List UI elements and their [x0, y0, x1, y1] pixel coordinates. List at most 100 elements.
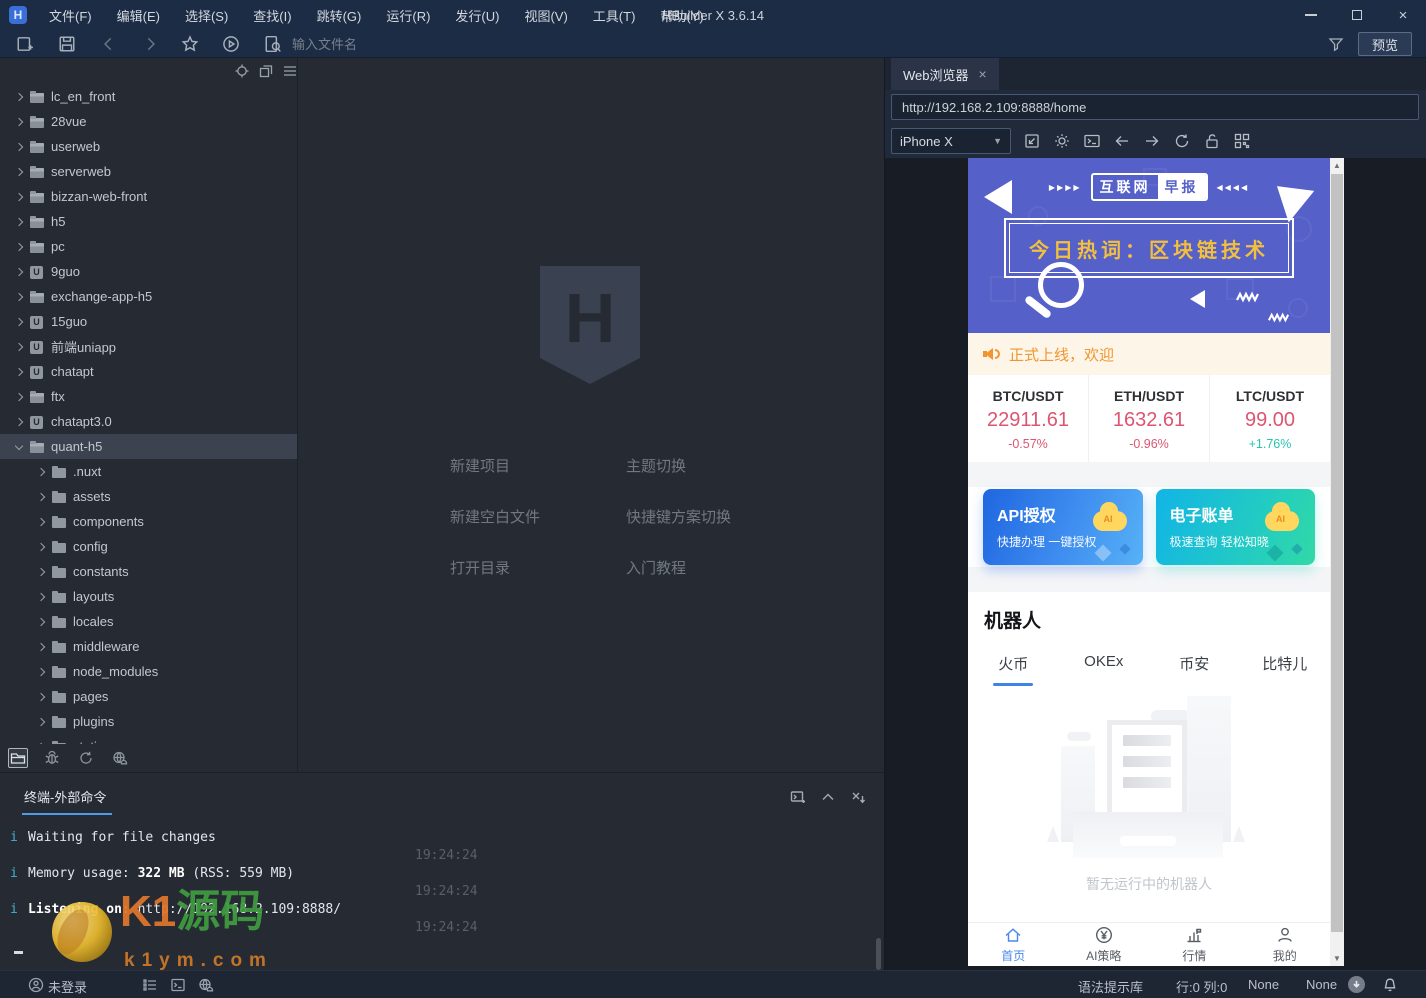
tree-item[interactable]: ftx: [0, 384, 297, 409]
chevron-icon[interactable]: [33, 539, 49, 555]
maximize-button[interactable]: [1334, 0, 1380, 30]
tree-item[interactable]: exchange-app-h5: [0, 284, 297, 309]
encoding-status[interactable]: None: [1248, 977, 1279, 992]
tree-item[interactable]: bizzan-web-front: [0, 184, 297, 209]
ticker-cell[interactable]: ETH/USDT 1632.61 -0.96%: [1088, 375, 1209, 462]
terminal-tab[interactable]: 终端-外部命令: [22, 787, 112, 815]
syntax-lib-status[interactable]: 语法提示库: [1078, 977, 1143, 996]
preview-button[interactable]: 预览: [1358, 32, 1412, 56]
run-icon[interactable]: [222, 35, 240, 53]
tree-item[interactable]: config: [0, 534, 297, 559]
chevron-icon[interactable]: [11, 289, 27, 305]
chevron-icon[interactable]: [11, 364, 27, 380]
user-account-icon[interactable]: [28, 977, 44, 993]
ticker-cell[interactable]: LTC/USDT 99.00 +1.76%: [1209, 375, 1330, 462]
tree-item[interactable]: middleware: [0, 634, 297, 659]
tree-item[interactable]: userweb: [0, 134, 297, 159]
chevron-icon[interactable]: [11, 189, 27, 205]
tree-item[interactable]: serverweb: [0, 159, 297, 184]
menu-item[interactable]: 运行(R): [386, 6, 430, 25]
tree-item[interactable]: layouts: [0, 584, 297, 609]
locate-file-icon[interactable]: [234, 63, 250, 79]
tree-item[interactable]: chatapt: [0, 359, 297, 384]
chevron-icon[interactable]: [11, 164, 27, 180]
refresh-icon[interactable]: [1173, 132, 1191, 150]
line-col-status[interactable]: 行:0 列:0: [1176, 977, 1227, 996]
chevron-icon[interactable]: [11, 264, 27, 280]
hero-banner[interactable]: ▶▶▶▶ 互联网 早报 ◀◀◀◀ 今日热词：区块链技术: [968, 158, 1330, 333]
tree-item[interactable]: 15guo: [0, 309, 297, 334]
tree-item[interactable]: 9guo: [0, 259, 297, 284]
chevron-icon[interactable]: [33, 464, 49, 480]
exchange-tab[interactable]: 火币: [968, 645, 1059, 686]
back-icon[interactable]: [100, 35, 118, 53]
welcome-link[interactable]: 新建空白文件: [450, 506, 626, 527]
welcome-link[interactable]: 主题切换: [626, 455, 731, 476]
chevron-icon[interactable]: [33, 589, 49, 605]
url-input[interactable]: [891, 94, 1419, 120]
announcement-bar[interactable]: 正式上线，欢迎: [968, 333, 1330, 375]
chevron-icon[interactable]: [11, 389, 27, 405]
tree-item[interactable]: quant-h5: [0, 434, 297, 459]
login-status[interactable]: 未登录: [48, 977, 87, 996]
qr-code-icon[interactable]: [1233, 132, 1251, 150]
menu-item[interactable]: 工具(T): [593, 6, 636, 25]
tree-item[interactable]: pc: [0, 234, 297, 259]
tree-item[interactable]: chatapt3.0: [0, 409, 297, 434]
welcome-link[interactable]: 新建项目: [450, 455, 626, 476]
outline-list-icon[interactable]: [142, 977, 158, 993]
terminal-statusbar-icon[interactable]: [170, 977, 186, 993]
plugin-cloud-icon[interactable]: [198, 977, 214, 993]
maximize-panel-icon[interactable]: [820, 789, 836, 810]
chevron-icon[interactable]: [11, 239, 27, 255]
scroll-down-icon[interactable]: ▼: [1330, 954, 1344, 963]
device-select[interactable]: iPhone X ▼: [891, 128, 1011, 154]
tree-item[interactable]: locales: [0, 609, 297, 634]
preview-scrollbar[interactable]: ▲ ▼: [1330, 158, 1344, 966]
tree-item[interactable]: .nuxt: [0, 459, 297, 484]
new-terminal-icon[interactable]: [790, 789, 806, 810]
filetype-status[interactable]: None: [1306, 977, 1337, 992]
new-file-icon[interactable]: [16, 35, 34, 53]
nav-item[interactable]: 首页: [968, 923, 1059, 966]
welcome-link[interactable]: 快捷键方案切换: [626, 506, 731, 527]
menu-item[interactable]: 查找(I): [253, 6, 291, 25]
explorer-menu-icon[interactable]: [282, 63, 298, 79]
tree-item[interactable]: static: [0, 734, 297, 744]
chevron-icon[interactable]: [11, 139, 27, 155]
menu-item[interactable]: 选择(S): [185, 6, 228, 25]
menu-item[interactable]: 发行(U): [455, 6, 499, 25]
chevron-icon[interactable]: [11, 439, 27, 455]
refresh-sync-icon[interactable]: [76, 748, 96, 768]
menu-item[interactable]: 编辑(E): [117, 6, 160, 25]
chevron-icon[interactable]: [11, 314, 27, 330]
filter-icon[interactable]: [1328, 36, 1344, 52]
download-update-icon[interactable]: [1348, 976, 1365, 993]
unlock-icon[interactable]: [1203, 132, 1221, 150]
scroll-up-icon[interactable]: ▲: [1330, 161, 1344, 170]
chevron-icon[interactable]: [11, 339, 27, 355]
feature-card[interactable]: API授权 快捷办理 一键授权: [983, 489, 1143, 565]
settings-gear-icon[interactable]: [1053, 132, 1071, 150]
chevron-icon[interactable]: [33, 664, 49, 680]
menu-item[interactable]: 视图(V): [524, 6, 567, 25]
nav-item[interactable]: 行情: [1149, 923, 1240, 966]
minimize-button[interactable]: [1288, 0, 1334, 30]
close-panel-icon[interactable]: [850, 789, 866, 810]
tree-item[interactable]: plugins: [0, 709, 297, 734]
open-external-icon[interactable]: [1023, 132, 1041, 150]
chevron-icon[interactable]: [33, 564, 49, 580]
collapse-all-icon[interactable]: [258, 63, 274, 79]
menu-item[interactable]: 文件(F): [49, 6, 92, 25]
notification-bell-icon[interactable]: [1382, 977, 1398, 993]
tree-item[interactable]: node_modules: [0, 659, 297, 684]
exchange-tab[interactable]: 比特儿: [1240, 645, 1331, 686]
exchange-tab[interactable]: OKEx: [1059, 645, 1150, 686]
tree-item[interactable]: lc_en_front: [0, 84, 297, 109]
chevron-icon[interactable]: [33, 514, 49, 530]
welcome-link[interactable]: 打开目录: [450, 557, 626, 578]
exchange-tab[interactable]: 币安: [1149, 645, 1240, 686]
save-icon[interactable]: [58, 35, 76, 53]
chevron-icon[interactable]: [11, 414, 27, 430]
explorer-view-icon[interactable]: [8, 748, 28, 768]
